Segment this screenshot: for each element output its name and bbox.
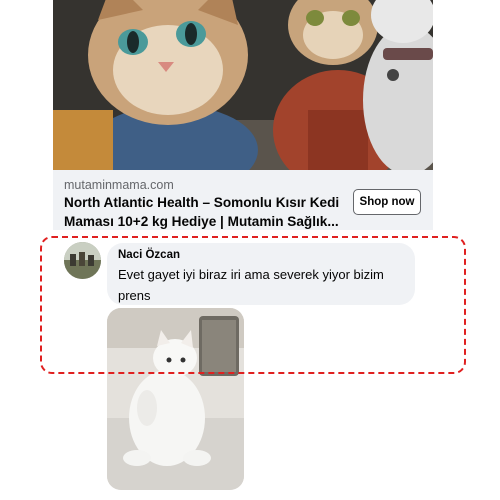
avatar[interactable] [64, 242, 101, 279]
ad-domain[interactable]: mutaminmama.com [64, 178, 174, 192]
shop-now-button[interactable]: Shop now [353, 189, 421, 215]
ad-title[interactable]: North Atlantic Health – Somonlu Kısır Ke… [64, 193, 346, 230]
comment-author[interactable]: Naci Özcan [118, 249, 180, 261]
ad-image-cats-in-outfits[interactable] [53, 0, 433, 170]
ad-card[interactable]: mutaminmama.com North Atlantic Health – … [53, 0, 433, 230]
comment-bubble: Naci Özcan Evet gayet iyi biraz iri ama … [107, 243, 415, 305]
comment-text: Evet gayet iyi biraz iri ama severek yiy… [118, 267, 384, 303]
comment-photo-white-cat[interactable] [107, 308, 244, 490]
